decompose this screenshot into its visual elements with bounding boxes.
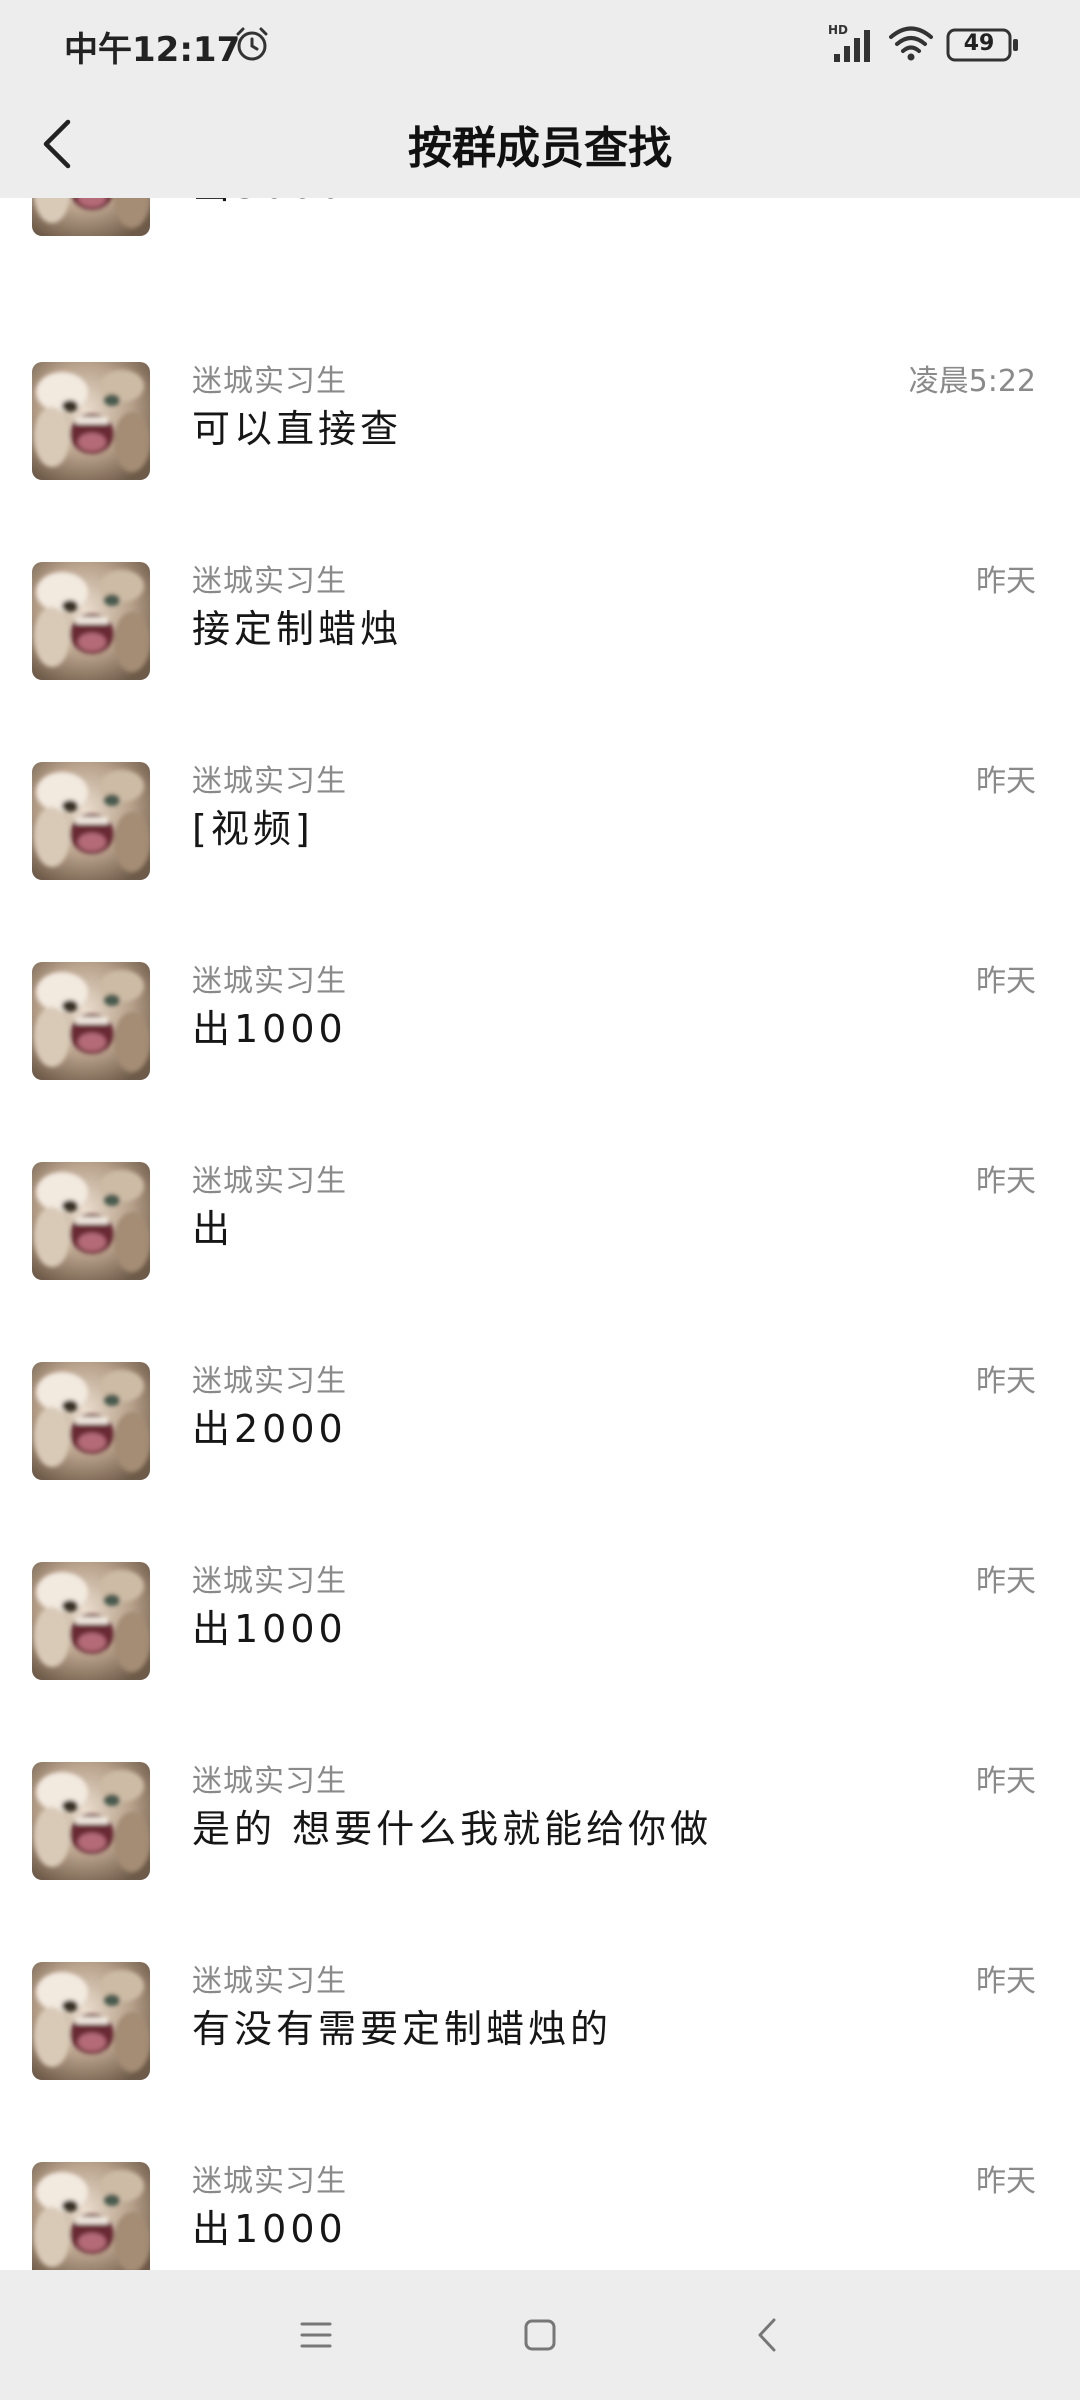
sender-name: 迷城实习生 xyxy=(192,1764,347,1799)
back-triangle-icon[interactable] xyxy=(748,2310,788,2360)
search-results-list[interactable]: 出3000 迷城实习生 凌晨5:22 可以直接查 迷城实习生 昨天 接定制蜡烛 … xyxy=(0,198,1080,2270)
list-item[interactable]: 迷城实习生 昨天 [视频] xyxy=(0,762,1080,962)
title-bar: 按群成员查找 xyxy=(0,90,1080,198)
avatar[interactable] xyxy=(32,1362,150,1480)
message-text: 出3000 xyxy=(192,198,347,209)
menu-icon[interactable] xyxy=(296,2310,336,2360)
message-text: [视频] xyxy=(192,807,314,851)
list-item[interactable]: 迷城实习生 昨天 出2000 xyxy=(0,1362,1080,1562)
list-item[interactable]: 迷城实习生 昨天 出 xyxy=(0,1162,1080,1362)
avatar[interactable] xyxy=(32,562,150,680)
avatar[interactable] xyxy=(32,2162,150,2270)
message-time: 昨天 xyxy=(976,764,1036,799)
message-time: 昨天 xyxy=(976,1964,1036,1999)
sender-name: 迷城实习生 xyxy=(192,364,347,399)
message-time: 昨天 xyxy=(976,964,1036,999)
message-text: 接定制蜡烛 xyxy=(192,607,403,651)
message-time: 昨天 xyxy=(976,1364,1036,1399)
battery-level: 49 xyxy=(963,31,995,56)
sender-name: 迷城实习生 xyxy=(192,2164,347,2199)
page-title: 按群成员查找 xyxy=(408,123,672,174)
message-text: 是的 想要什么我就能给你做 xyxy=(192,1807,713,1851)
home-square-icon[interactable] xyxy=(520,2310,560,2360)
wifi-icon xyxy=(889,26,933,61)
status-time: 中午12:17 xyxy=(64,30,241,70)
sender-name: 迷城实习生 xyxy=(192,764,347,799)
list-item[interactable]: 迷城实习生 昨天 出1000 xyxy=(0,962,1080,1162)
sender-name: 迷城实习生 xyxy=(192,1964,347,1999)
sender-name: 迷城实习生 xyxy=(192,1164,347,1199)
list-item[interactable]: 迷城实习生 昨天 出1000 xyxy=(0,2162,1080,2270)
message-time: 昨天 xyxy=(976,1564,1036,1599)
sender-name: 迷城实习生 xyxy=(192,1364,347,1399)
sender-name: 迷城实习生 xyxy=(192,564,347,599)
message-time: 昨天 xyxy=(976,2164,1036,2199)
message-text: 有没有需要定制蜡烛的 xyxy=(192,2007,613,2051)
avatar[interactable] xyxy=(32,1762,150,1880)
avatar[interactable] xyxy=(32,1562,150,1680)
avatar[interactable] xyxy=(32,1162,150,1280)
avatar[interactable] xyxy=(32,198,150,236)
list-item[interactable]: 迷城实习生 昨天 接定制蜡烛 xyxy=(0,562,1080,762)
list-item[interactable]: 迷城实习生 昨天 有没有需要定制蜡烛的 xyxy=(0,1962,1080,2162)
avatar[interactable] xyxy=(32,1962,150,2080)
message-text: 出1000 xyxy=(192,1607,347,1651)
message-text: 可以直接查 xyxy=(192,407,403,451)
list-item[interactable]: 迷城实习生 昨天 出1000 xyxy=(0,1562,1080,1762)
sender-name: 迷城实习生 xyxy=(192,964,347,999)
avatar[interactable] xyxy=(32,762,150,880)
avatar[interactable] xyxy=(32,962,150,1080)
message-time: 昨天 xyxy=(976,564,1036,599)
list-item[interactable]: 迷城实习生 凌晨5:22 可以直接查 xyxy=(0,362,1080,562)
list-item[interactable]: 迷城实习生 昨天 是的 想要什么我就能给你做 xyxy=(0,1762,1080,1962)
avatar[interactable] xyxy=(32,362,150,480)
message-text: 出1000 xyxy=(192,1007,347,1051)
message-text: 出2000 xyxy=(192,1407,347,1451)
message-time: 昨天 xyxy=(976,1764,1036,1799)
list-item[interactable]: 出3000 xyxy=(0,198,1080,318)
message-text: 出1000 xyxy=(192,2207,347,2251)
message-time: 昨天 xyxy=(976,1164,1036,1199)
alarm-icon xyxy=(236,27,268,61)
system-nav-bar xyxy=(0,2270,1080,2400)
sender-name: 迷城实习生 xyxy=(192,1564,347,1599)
status-bar: 中午12:17 HD 49 xyxy=(0,0,1080,90)
hd-signal-icon: HD xyxy=(828,23,870,62)
message-time: 凌晨5:22 xyxy=(908,364,1036,399)
svg-text:HD: HD xyxy=(828,23,848,37)
message-text: 出 xyxy=(192,1207,235,1251)
